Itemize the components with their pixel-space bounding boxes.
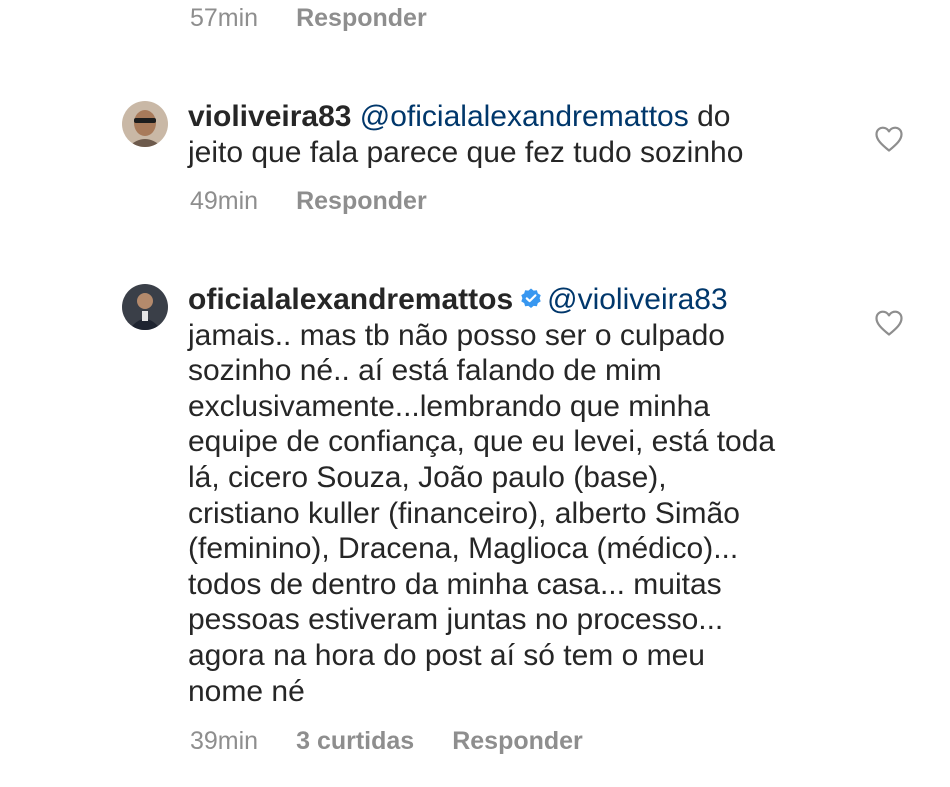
comment-meta: 39min 3 curtidas Responder — [190, 727, 583, 756]
avatar[interactable] — [122, 101, 168, 147]
comment-timestamp: 39min — [190, 727, 259, 755]
comment-mention[interactable]: @violiveira83 — [547, 283, 728, 316]
likes-count-link[interactable]: 3 curtidas — [296, 727, 414, 756]
reply-button[interactable]: Responder — [452, 727, 583, 756]
avatar-image — [122, 101, 168, 147]
comment-timestamp: 57min — [190, 4, 259, 32]
comment-text-first: do — [688, 100, 731, 133]
reply-button[interactable]: Responder — [296, 187, 427, 216]
verified-badge-icon — [521, 288, 541, 308]
avatar-image — [122, 284, 168, 330]
previous-comment-meta: 57min Responder — [190, 4, 427, 33]
comment-username[interactable]: oficialalexandremattos — [188, 283, 513, 316]
avatar[interactable] — [122, 284, 168, 330]
comment-text: jamais.. mas tb não posso ser o culpado … — [188, 318, 776, 708]
like-button[interactable] — [874, 125, 904, 153]
reply-button[interactable]: Responder — [296, 4, 427, 33]
comment-body: oficialalexandremattos @violiveira83 jama… — [188, 282, 828, 709]
comment-meta: 49min Responder — [190, 187, 427, 216]
heart-outline-icon — [875, 126, 903, 152]
comment-body: violiveira83 @oficialalexandremattos do … — [188, 99, 828, 170]
comment-text: jeito que fala parece que fez tudo sozin… — [188, 135, 744, 169]
heart-outline-icon — [875, 310, 903, 336]
comment-username[interactable]: violiveira83 — [188, 100, 351, 133]
comment-timestamp: 49min — [190, 187, 259, 215]
like-button[interactable] — [874, 309, 904, 337]
comment-mention[interactable]: @oficialalexandremattos — [360, 100, 689, 133]
